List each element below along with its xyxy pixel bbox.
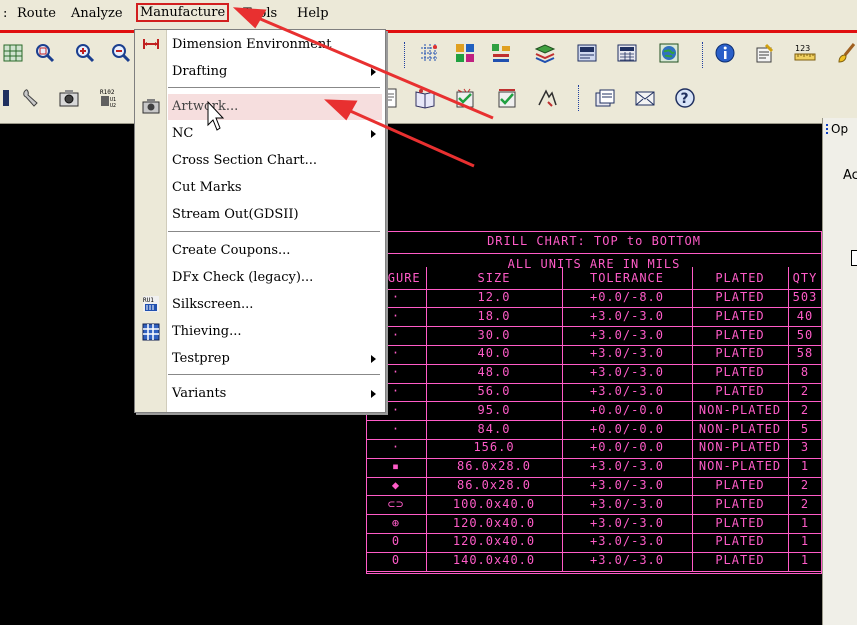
annotation-overlay — [207, 7, 494, 168]
mouse-cursor-icon — [207, 100, 225, 131]
annotation-arrow-1-shaft — [257, 16, 494, 120]
annotation-arrow-1-head — [232, 7, 267, 29]
annotation-arrow-2-head — [324, 99, 358, 121]
annotation-arrow-2-shaft — [347, 108, 475, 168]
